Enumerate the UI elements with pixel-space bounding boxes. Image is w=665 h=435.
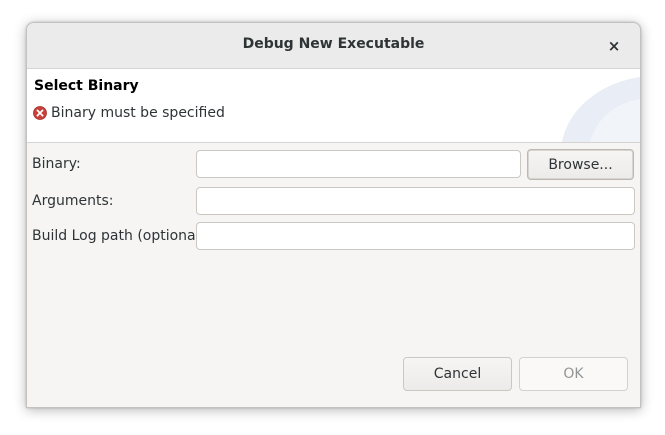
build-log-input[interactable] xyxy=(196,222,635,250)
error-icon xyxy=(33,106,47,120)
dialog-titlebar: Debug New Executable × xyxy=(27,23,640,69)
header-banner: Select Binary Binary must be specified xyxy=(27,69,640,143)
binary-label: Binary: xyxy=(32,156,81,172)
ok-button[interactable]: OK xyxy=(519,357,628,391)
arguments-label: Arguments: xyxy=(32,193,114,209)
banner-title: Select Binary xyxy=(34,78,139,94)
debug-new-executable-dialog: Debug New Executable × Select Binary Bin… xyxy=(26,22,641,408)
close-button[interactable]: × xyxy=(602,34,626,58)
binary-input[interactable] xyxy=(196,150,521,178)
build-log-label: Build Log path (optional): xyxy=(32,228,210,244)
close-icon: × xyxy=(607,37,621,55)
error-message: Binary must be specified xyxy=(51,105,225,121)
browse-button[interactable]: Browse... xyxy=(527,149,634,180)
dialog-title: Debug New Executable xyxy=(242,36,425,52)
banner-decoration xyxy=(562,77,640,142)
cancel-button[interactable]: Cancel xyxy=(403,357,512,391)
banner-message: Binary must be specified xyxy=(33,105,225,121)
arguments-input[interactable] xyxy=(196,187,635,215)
